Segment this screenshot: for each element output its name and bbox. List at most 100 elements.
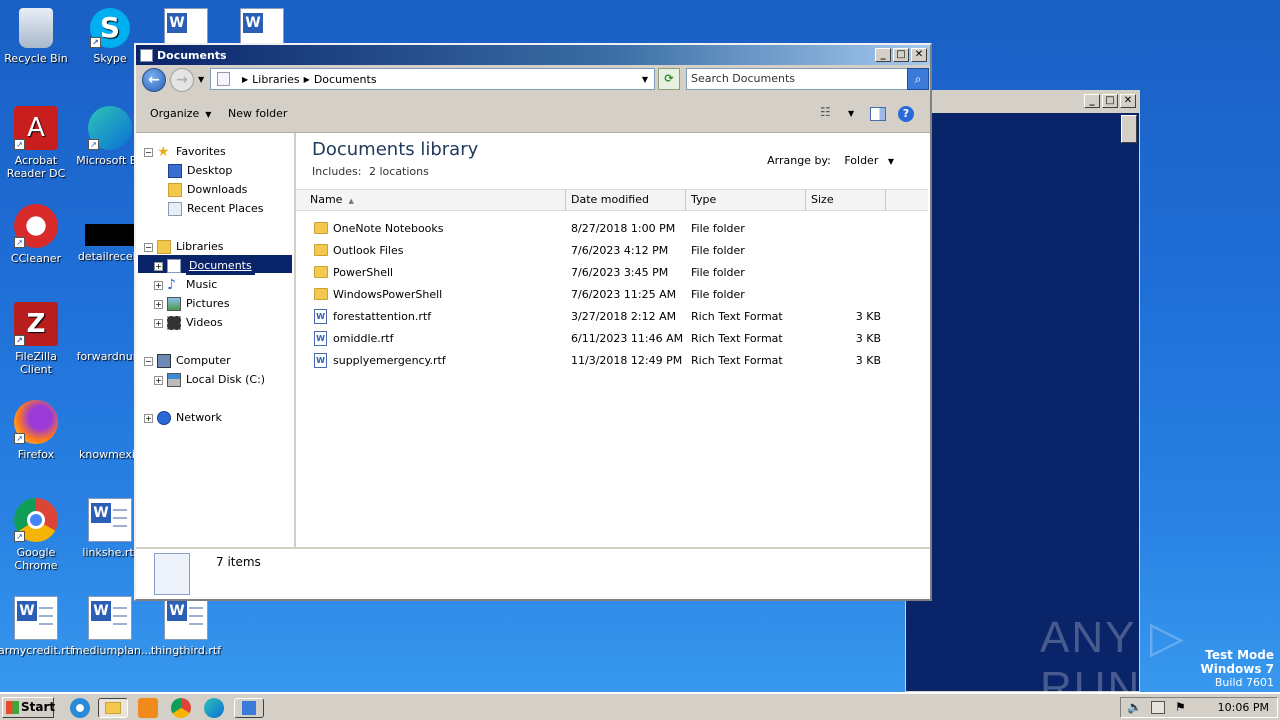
includes-locations-link[interactable]: 2 locations <box>369 165 429 178</box>
column-header-size[interactable]: Size <box>806 190 886 210</box>
nav-documents[interactable]: + Documents <box>154 257 255 275</box>
expand-icon[interactable]: + <box>154 375 163 385</box>
preview-pane-icon[interactable] <box>870 107 886 121</box>
maximize-button[interactable]: □ <box>893 48 909 62</box>
chrome-icon: ↗ <box>14 498 58 542</box>
nav-recent-places[interactable]: Recent Places <box>168 200 264 218</box>
nav-pictures[interactable]: + Pictures <box>154 295 230 313</box>
collapse-icon[interactable]: − <box>144 147 153 157</box>
column-header-date[interactable]: Date modified <box>566 190 686 210</box>
expand-icon[interactable]: + <box>154 318 163 328</box>
collapse-icon[interactable]: − <box>144 242 153 252</box>
desktop-icon-recycle-bin[interactable]: Recycle Bin <box>0 8 74 65</box>
file-row[interactable]: Wsupplyemergency.rtf 11/3/2018 12:49 PM Ri… <box>296 349 928 371</box>
organize-button[interactable]: Organize ▼ <box>150 107 211 120</box>
network-icon[interactable] <box>1151 701 1165 714</box>
expand-icon[interactable]: + <box>154 280 163 290</box>
desktop-icon-thingthird[interactable]: W thingthird.rtf <box>148 596 224 657</box>
breadcrumb-libraries[interactable]: Libraries <box>252 73 300 86</box>
file-name-cell: Outlook Files <box>296 244 566 257</box>
expand-icon[interactable]: + <box>144 413 153 423</box>
file-explorer-taskbar-button[interactable] <box>98 698 128 718</box>
expand-icon[interactable]: + <box>154 261 163 271</box>
file-row[interactable]: PowerShell 7/6/2023 3:45 PM File folder <box>296 261 928 283</box>
desktop-icon-chrome[interactable]: ↗ Google Chrome <box>0 498 74 572</box>
help-icon[interactable]: ? <box>898 106 914 122</box>
background-window-titlebar[interactable]: _ □ ✕ <box>906 91 1139 113</box>
nav-music[interactable]: + ♪ Music <box>154 276 217 294</box>
file-row[interactable]: Womiddle.rtf 6/11/2023 11:46 AM Rich Text … <box>296 327 928 349</box>
includes-label: Includes: <box>312 165 362 178</box>
file-type: Rich Text Format <box>691 331 783 345</box>
address-row: ← → ▼ ▶ Libraries ▶ Documents ▼ ⟳ Search… <box>136 65 930 95</box>
address-bar[interactable]: ▶ Libraries ▶ Documents ▼ <box>210 68 655 90</box>
search-input[interactable]: Search Documents <box>686 68 908 90</box>
nav-network[interactable]: + Network <box>144 409 222 427</box>
desktop-icon-ccleaner[interactable]: ↗ CCleaner <box>0 204 74 265</box>
edge-icon[interactable] <box>204 698 224 718</box>
minimize-button[interactable]: _ <box>875 48 891 62</box>
downloads-folder-icon <box>168 183 182 197</box>
new-folder-button[interactable]: New folder <box>228 107 287 120</box>
background-window[interactable]: _ □ ✕ <box>905 90 1140 692</box>
start-button[interactable]: Start <box>2 697 56 718</box>
file-row[interactable]: Wforestattention.rtf 3/27/2018 2:12 AM Ric… <box>296 305 928 327</box>
clock[interactable]: 10:06 PM <box>1218 701 1269 714</box>
file-row[interactable]: Outlook Files 7/6/2023 4:12 PM File folder <box>296 239 928 261</box>
internet-explorer-icon[interactable] <box>70 698 90 718</box>
file-date: 7/6/2023 11:25 AM <box>571 287 677 301</box>
close-button[interactable]: ✕ <box>911 48 927 62</box>
recent-pages-dropdown-icon[interactable]: ▼ <box>198 75 204 84</box>
app-taskbar-button[interactable] <box>234 698 264 718</box>
file-row[interactable]: WindowsPowerShell 7/6/2023 11:25 AM File f… <box>296 283 928 305</box>
file-name-cell: Wsupplyemergency.rtf <box>296 352 566 368</box>
address-dropdown-icon[interactable]: ▼ <box>642 75 648 84</box>
navigation-pane[interactable]: − ★ Favorites Desktop Downloads Recent P… <box>136 133 296 547</box>
chrome-icon[interactable] <box>171 698 191 718</box>
scrollbar[interactable] <box>1121 115 1137 143</box>
volume-icon[interactable]: 🔈 <box>1127 700 1142 714</box>
column-header-type[interactable]: Type <box>686 190 806 210</box>
expand-icon[interactable]: + <box>154 299 163 309</box>
breadcrumb-documents[interactable]: Documents <box>314 73 377 86</box>
desktop-icon-label: detailreceiv <box>77 250 143 263</box>
nav-desktop[interactable]: Desktop <box>168 162 232 180</box>
file-date: 11/3/2018 12:49 PM <box>571 353 683 367</box>
nav-computer[interactable]: − Computer <box>144 352 231 370</box>
search-icon[interactable]: ⌕ <box>907 68 929 90</box>
view-dropdown-icon[interactable]: ▼ <box>848 109 854 118</box>
arrange-by-dropdown[interactable]: Folder ▼ <box>844 154 894 167</box>
collapse-icon[interactable]: − <box>144 356 153 366</box>
maximize-button[interactable]: □ <box>1102 94 1118 108</box>
forward-button[interactable]: → <box>170 68 194 92</box>
file-size: 3 KB <box>855 353 881 367</box>
chevron-right-icon[interactable]: ▶ <box>304 75 310 84</box>
desktop-icon-filezilla[interactable]: Z ↗ FileZilla Client <box>0 302 74 376</box>
start-label: Start <box>21 700 56 714</box>
nav-label: Documents <box>186 257 255 275</box>
arrange-by-label: Arrange by: <box>767 154 831 167</box>
nav-downloads[interactable]: Downloads <box>168 181 247 199</box>
file-list-pane[interactable]: Documents library Includes: 2 locations … <box>296 133 930 547</box>
nav-libraries[interactable]: − Libraries <box>144 238 224 256</box>
desktop-icon-label: Firefox <box>17 448 55 461</box>
desktop-icon-mediumplan[interactable]: W mediumplan... <box>72 596 151 657</box>
nav-videos[interactable]: + Videos <box>154 314 223 332</box>
action-center-flag-icon[interactable]: ⚑ <box>1175 700 1186 714</box>
window-titlebar[interactable]: Documents _ □ ✕ <box>136 45 930 65</box>
nav-local-disk[interactable]: + Local Disk (C:) <box>154 371 265 389</box>
desktop-icon-armycredit[interactable]: W armycredit.rtf <box>0 596 74 657</box>
rtf-document-icon: W <box>314 352 327 368</box>
file-row[interactable]: OneNote Notebooks 8/27/2018 1:00 PM File f… <box>296 217 928 239</box>
desktop-icon-firefox[interactable]: ↗ Firefox <box>0 400 74 461</box>
chevron-right-icon[interactable]: ▶ <box>242 75 248 84</box>
media-player-icon[interactable] <box>138 698 158 718</box>
desktop-icon-acrobat[interactable]: A ↗ Acrobat Reader DC <box>0 106 74 180</box>
minimize-button[interactable]: _ <box>1084 94 1100 108</box>
close-button[interactable]: ✕ <box>1120 94 1136 108</box>
view-options-icon[interactable]: ☷ <box>820 105 831 119</box>
refresh-button[interactable]: ⟳ <box>658 68 680 90</box>
back-button[interactable]: ← <box>142 68 166 92</box>
column-header-name[interactable]: Name ▲ <box>296 190 566 210</box>
nav-favorites[interactable]: − ★ Favorites <box>144 143 226 161</box>
